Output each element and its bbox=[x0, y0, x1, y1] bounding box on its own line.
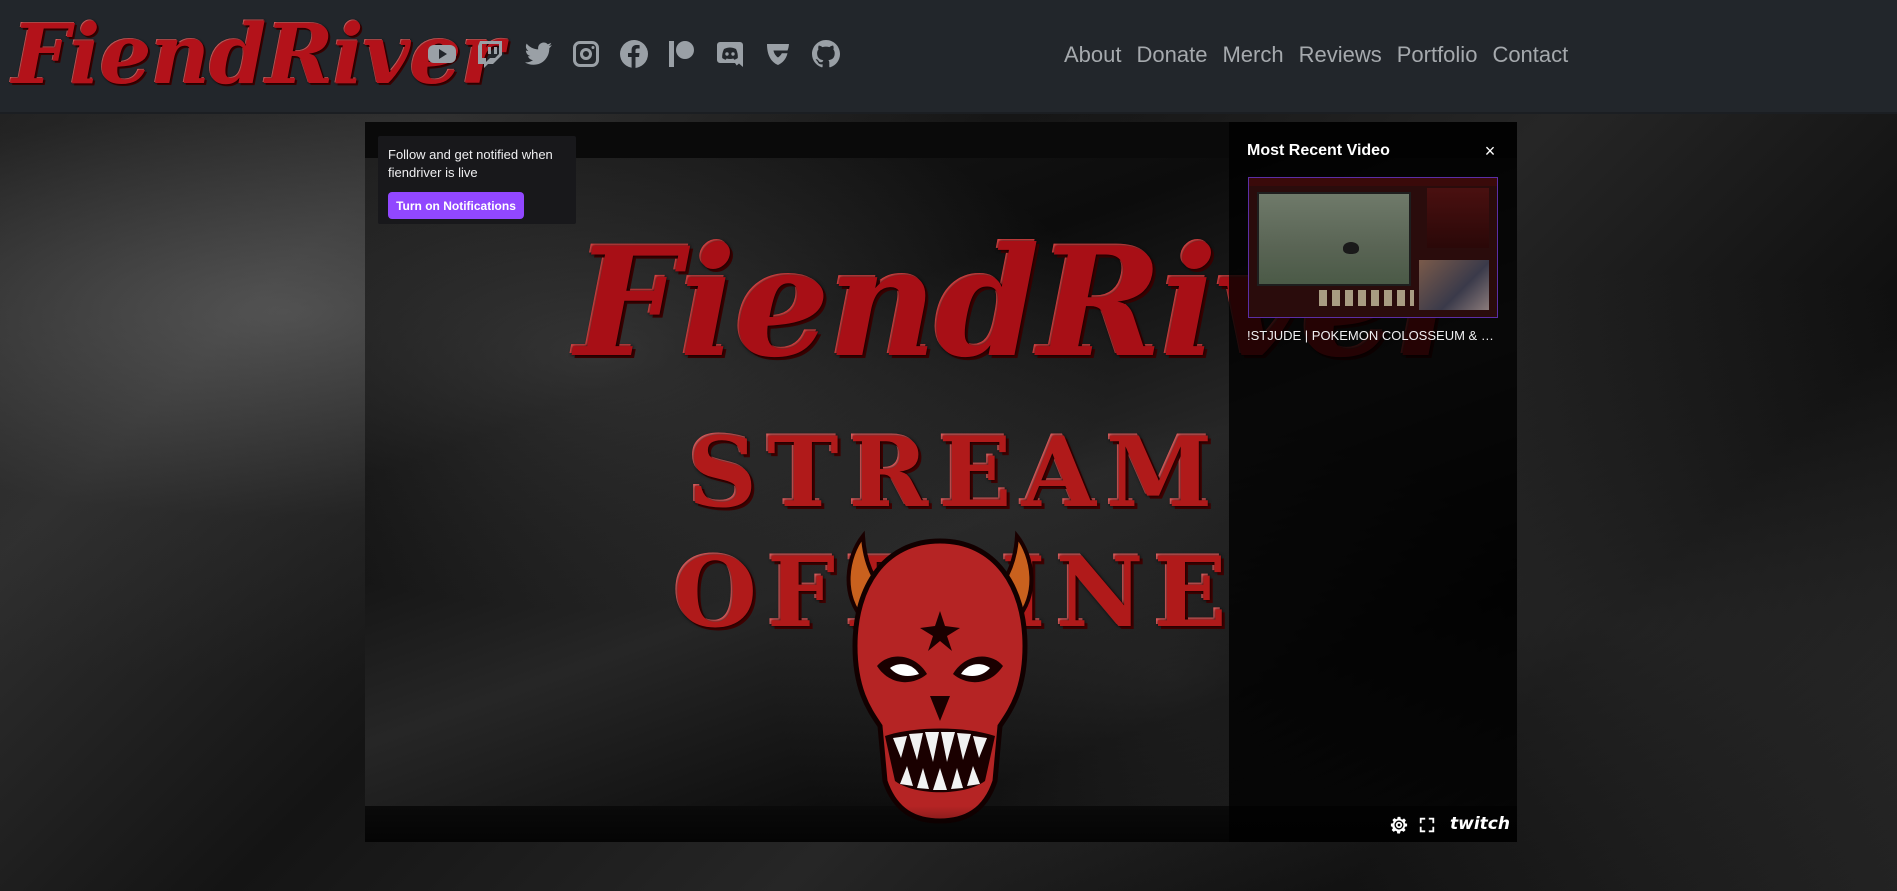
guilded-icon[interactable] bbox=[754, 36, 802, 72]
fullscreen-icon[interactable] bbox=[1418, 816, 1436, 834]
nav-merch[interactable]: Merch bbox=[1222, 38, 1283, 72]
player-controls: twitch bbox=[365, 806, 1517, 842]
github-icon[interactable] bbox=[802, 36, 850, 72]
discord-icon[interactable] bbox=[706, 36, 754, 72]
nav-about[interactable]: About bbox=[1064, 38, 1122, 72]
twitter-icon[interactable] bbox=[514, 36, 562, 72]
thumbnail-game-area bbox=[1257, 192, 1411, 286]
nav-contact[interactable]: Contact bbox=[1492, 38, 1568, 72]
facebook-icon[interactable] bbox=[610, 36, 658, 72]
notification-prompt: Follow and get notified when fiendriver … bbox=[378, 136, 576, 224]
youtube-icon[interactable] bbox=[418, 36, 466, 72]
turn-on-notifications-button[interactable]: Turn on Notifications bbox=[388, 192, 524, 219]
devil-skull-icon bbox=[846, 530, 1034, 824]
thumbnail-topbar bbox=[1249, 178, 1497, 186]
nav-donate[interactable]: Donate bbox=[1137, 38, 1208, 72]
notification-text: Follow and get notified when fiendriver … bbox=[388, 147, 553, 180]
most-recent-video-panel: Most Recent Video × !STJUDE | POKEMON CO… bbox=[1229, 122, 1517, 842]
gear-icon[interactable] bbox=[1390, 816, 1408, 834]
nav-reviews[interactable]: Reviews bbox=[1299, 38, 1382, 72]
nav-portfolio[interactable]: Portfolio bbox=[1397, 38, 1478, 72]
recent-video-title: Most Recent Video bbox=[1247, 142, 1390, 159]
twitch-logo[interactable]: twitch bbox=[1450, 814, 1510, 834]
main-nav: About Donate Merch Reviews Portfolio Con… bbox=[1064, 38, 1568, 72]
social-links bbox=[418, 36, 850, 72]
twitch-icon[interactable] bbox=[466, 36, 514, 72]
recent-video-caption[interactable]: !STJUDE | POKEMON COLOSSEUM & C... bbox=[1247, 328, 1499, 343]
close-icon[interactable]: × bbox=[1479, 140, 1501, 162]
thumbnail-webcam bbox=[1419, 260, 1489, 310]
recent-video-thumbnail[interactable] bbox=[1248, 177, 1498, 318]
patreon-icon[interactable] bbox=[658, 36, 706, 72]
instagram-icon[interactable] bbox=[562, 36, 610, 72]
thumbnail-party-icons bbox=[1319, 290, 1414, 306]
thumbnail-pokemon bbox=[1343, 242, 1359, 254]
navbar: FiendRiver About Donate Merch Reviews Po… bbox=[0, 0, 1897, 114]
thumbnail-overlay-panel bbox=[1427, 188, 1489, 248]
twitch-embed-player[interactable]: FiendRiver STREAM OFFLINE bbox=[365, 122, 1517, 842]
